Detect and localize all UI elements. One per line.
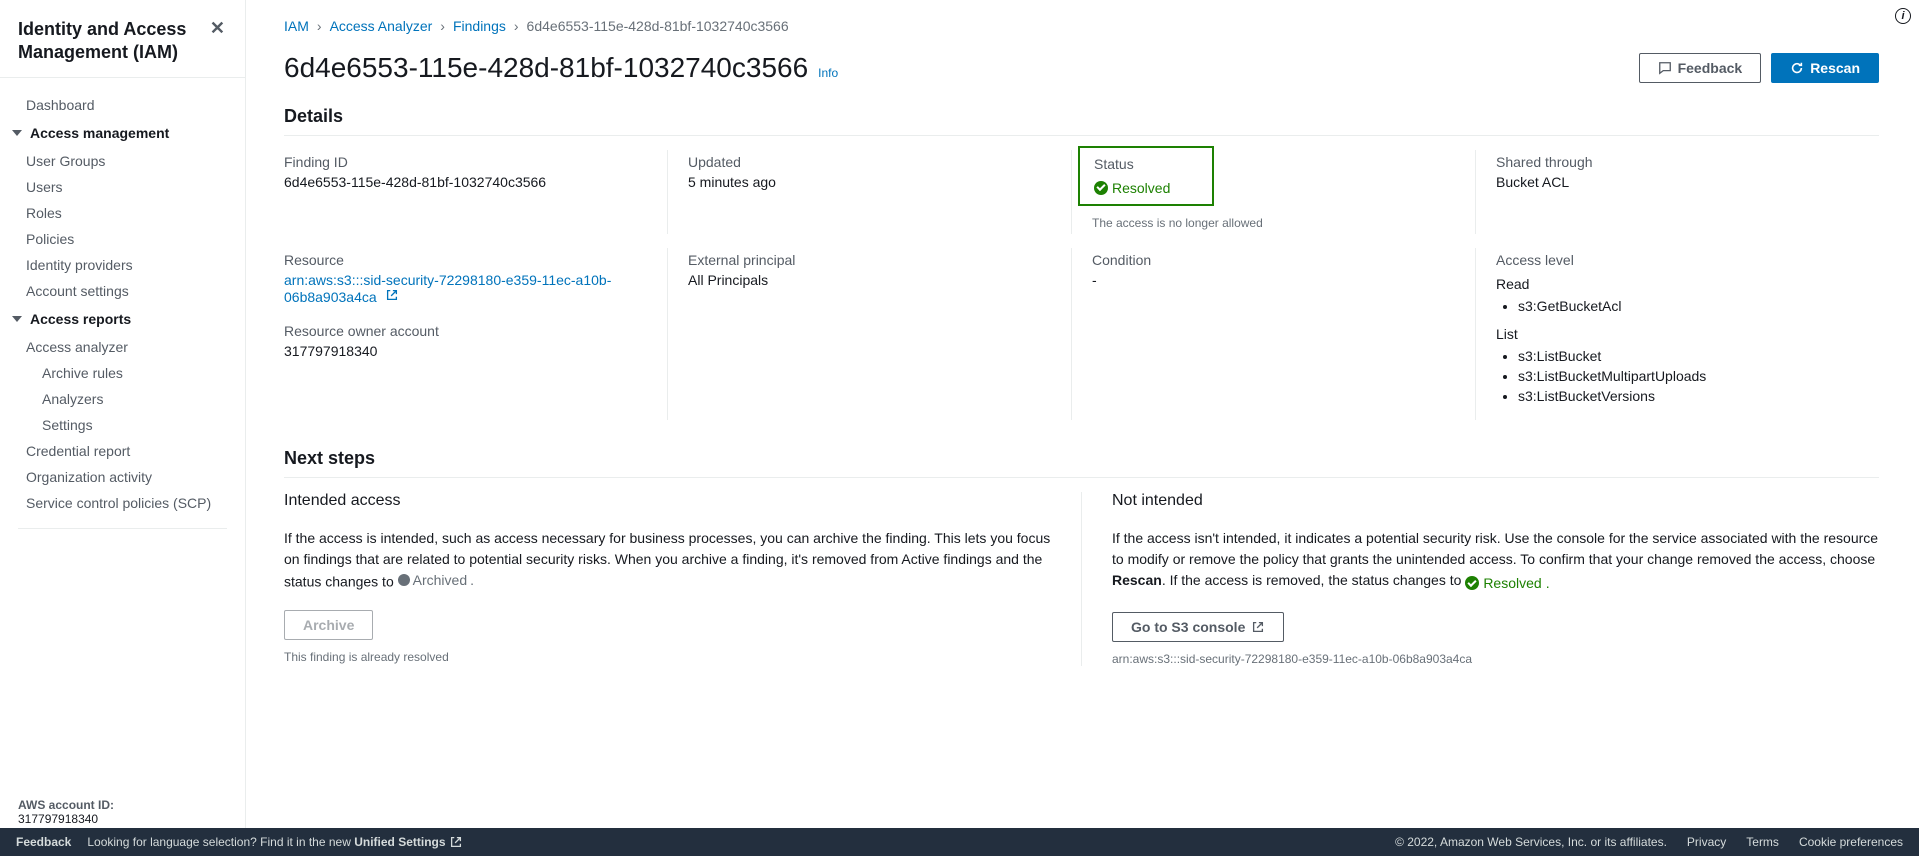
nav-group-access-mgmt[interactable]: Access management [0,118,245,148]
updated-value: 5 minutes ago [688,174,1051,190]
nav-credential-report[interactable]: Credential report [0,438,245,464]
nav-access-analyzer[interactable]: Access analyzer [0,334,245,360]
owner-value: 317797918340 [284,343,647,359]
footer: Feedback Looking for language selection?… [0,828,1919,856]
nav-identity-providers[interactable]: Identity providers [0,252,245,278]
sidebar: Identity and Access Management (IAM) ✕ D… [0,0,246,856]
breadcrumb: IAM › Access Analyzer › Findings › 6d4e6… [284,18,1879,34]
crumb-access-analyzer[interactable]: Access Analyzer [330,18,433,34]
comment-icon [1658,61,1672,75]
nav-policies[interactable]: Policies [0,226,245,252]
footer-feedback[interactable]: Feedback [16,835,71,849]
sidebar-title: Identity and Access Management (IAM) [18,18,210,65]
chevron-right-icon: › [440,18,445,34]
divider [18,528,227,529]
caret-down-icon [12,316,22,322]
list-item: s3:ListBucketVersions [1518,386,1859,406]
status-help-text: The access is no longer allowed [1092,216,1455,230]
archive-button: Archive [284,610,373,640]
resolved-pill: Resolved. [1465,573,1549,594]
nav-analyzers[interactable]: Analyzers [16,386,245,412]
finding-id-label: Finding ID [284,154,647,170]
footer-copyright: © 2022, Amazon Web Services, Inc. or its… [1395,835,1667,849]
condition-label: Condition [1092,252,1455,268]
footer-privacy[interactable]: Privacy [1687,835,1726,849]
nav-users[interactable]: Users [0,174,245,200]
shared-through-value: Bucket ACL [1496,174,1859,190]
not-intended-heading: Not intended [1112,492,1879,510]
sidebar-nav: Dashboard Access management User Groups … [0,78,245,784]
nav-group-access-reports[interactable]: Access reports [0,304,245,334]
go-to-s3-button[interactable]: Go to S3 console [1112,612,1284,642]
s3-arn-text: arn:aws:s3:::sid-security-72298180-e359-… [1112,652,1879,666]
info-panel-toggle[interactable]: i [1895,8,1911,24]
crumb-findings[interactable]: Findings [453,18,506,34]
resource-link[interactable]: arn:aws:s3:::sid-security-72298180-e359-… [284,272,611,305]
next-steps-heading: Next steps [284,440,1879,478]
list-item: s3:GetBucketAcl [1518,296,1859,316]
info-link[interactable]: Info [818,66,838,80]
intended-body: If the access is intended, such as acces… [284,528,1051,593]
external-link-icon [1251,620,1265,634]
crumb-iam[interactable]: IAM [284,18,309,34]
access-read-label: Read [1496,276,1859,292]
status-highlight-box: Status Resolved [1078,146,1214,206]
ext-principal-value: All Principals [688,272,1051,288]
archived-icon [398,574,410,586]
feedback-button[interactable]: Feedback [1639,53,1762,83]
main-content: IAM › Access Analyzer › Findings › 6d4e6… [246,0,1919,856]
status-value: Resolved [1094,180,1170,196]
nav-user-groups[interactable]: User Groups [0,148,245,174]
ext-principal-label: External principal [688,252,1051,268]
crumb-current: 6d4e6553-115e-428d-81bf-1032740c3566 [527,18,789,34]
condition-value: - [1092,272,1455,288]
access-list-label: List [1496,326,1859,342]
nav-dashboard[interactable]: Dashboard [0,92,245,118]
list-item: s3:ListBucketMultipartUploads [1518,366,1859,386]
owner-label: Resource owner account [284,323,647,339]
archived-pill: Archived. [398,570,474,591]
nav-archive-rules[interactable]: Archive rules [16,360,245,386]
not-intended-body: If the access isn't intended, it indicat… [1112,528,1879,594]
footer-cookie[interactable]: Cookie preferences [1799,835,1903,849]
details-heading: Details [284,98,1879,136]
archive-note: This finding is already resolved [284,650,1051,664]
nav-settings[interactable]: Settings [16,412,245,438]
finding-id-value: 6d4e6553-115e-428d-81bf-1032740c3566 [284,174,647,190]
account-id-value: 317797918340 [18,812,227,826]
rescan-button[interactable]: Rescan [1771,53,1879,83]
check-circle-icon [1094,181,1108,195]
unified-settings-link[interactable]: Unified Settings [354,835,463,849]
list-item: s3:ListBucket [1518,346,1859,366]
caret-down-icon [12,130,22,136]
shared-through-label: Shared through [1496,154,1859,170]
access-list-list: s3:ListBucket s3:ListBucketMultipartUplo… [1496,346,1859,406]
page-title: 6d4e6553-115e-428d-81bf-1032740c3566 Inf… [284,52,838,84]
status-label: Status [1094,156,1170,172]
access-level-label: Access level [1496,252,1859,268]
resource-label: Resource [284,252,647,268]
footer-lang-text: Looking for language selection? Find it … [87,835,463,850]
intended-access-heading: Intended access [284,492,1051,510]
refresh-icon [1790,61,1804,75]
updated-label: Updated [688,154,1051,170]
info-icon: i [1895,8,1911,24]
access-read-list: s3:GetBucketAcl [1496,296,1859,316]
nav-org-activity[interactable]: Organization activity [0,464,245,490]
nav-scp[interactable]: Service control policies (SCP) [0,490,245,516]
chevron-right-icon: › [317,18,322,34]
check-circle-icon [1465,576,1479,590]
nav-account-settings[interactable]: Account settings [0,278,245,304]
nav-roles[interactable]: Roles [0,200,245,226]
footer-terms[interactable]: Terms [1746,835,1779,849]
external-link-icon [385,288,399,305]
external-link-icon [449,835,463,849]
close-icon[interactable]: ✕ [210,18,225,39]
chevron-right-icon: › [514,18,519,34]
